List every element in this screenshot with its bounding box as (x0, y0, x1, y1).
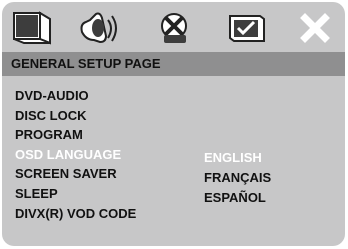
menu-item-dvd-audio[interactable]: DVD-AUDIO (15, 86, 136, 106)
tab-preference-setup[interactable] (222, 9, 272, 47)
setup-tabs (2, 2, 345, 52)
video-setup-icon (152, 10, 198, 46)
menu-item-disc-lock[interactable]: DISC LOCK (15, 106, 136, 126)
menu-item-osd-language[interactable]: OSD LANGUAGE (15, 145, 136, 165)
option-francais[interactable]: FRANÇAIS (204, 168, 271, 188)
tab-general-setup[interactable] (8, 9, 58, 47)
menu-item-screen-saver[interactable]: SCREEN SAVER (15, 164, 136, 184)
option-english[interactable]: ENGLISH (204, 148, 271, 168)
page-title: GENERAL SETUP PAGE (2, 52, 345, 76)
close-icon (297, 10, 333, 46)
setup-menu: DVD-AUDIO DISC LOCK PROGRAM OSD LANGUAGE… (15, 86, 136, 223)
option-espanol[interactable]: ESPAÑOL (204, 188, 271, 208)
tab-exit[interactable] (290, 9, 340, 47)
menu-item-program[interactable]: PROGRAM (15, 125, 136, 145)
menu-item-divx-vod-code[interactable]: DIVX(R) VOD CODE (15, 204, 136, 224)
osd-setup-screen: GENERAL SETUP PAGE DVD-AUDIO DISC LOCK P… (2, 2, 345, 246)
language-options: ENGLISH FRANÇAIS ESPAÑOL (204, 148, 271, 208)
tab-audio-setup[interactable] (76, 9, 126, 47)
tab-video-setup[interactable] (150, 9, 200, 47)
general-setup-icon (10, 10, 56, 46)
menu-item-sleep[interactable]: SLEEP (15, 184, 136, 204)
audio-setup-icon (78, 10, 124, 46)
preference-setup-icon (224, 10, 270, 46)
